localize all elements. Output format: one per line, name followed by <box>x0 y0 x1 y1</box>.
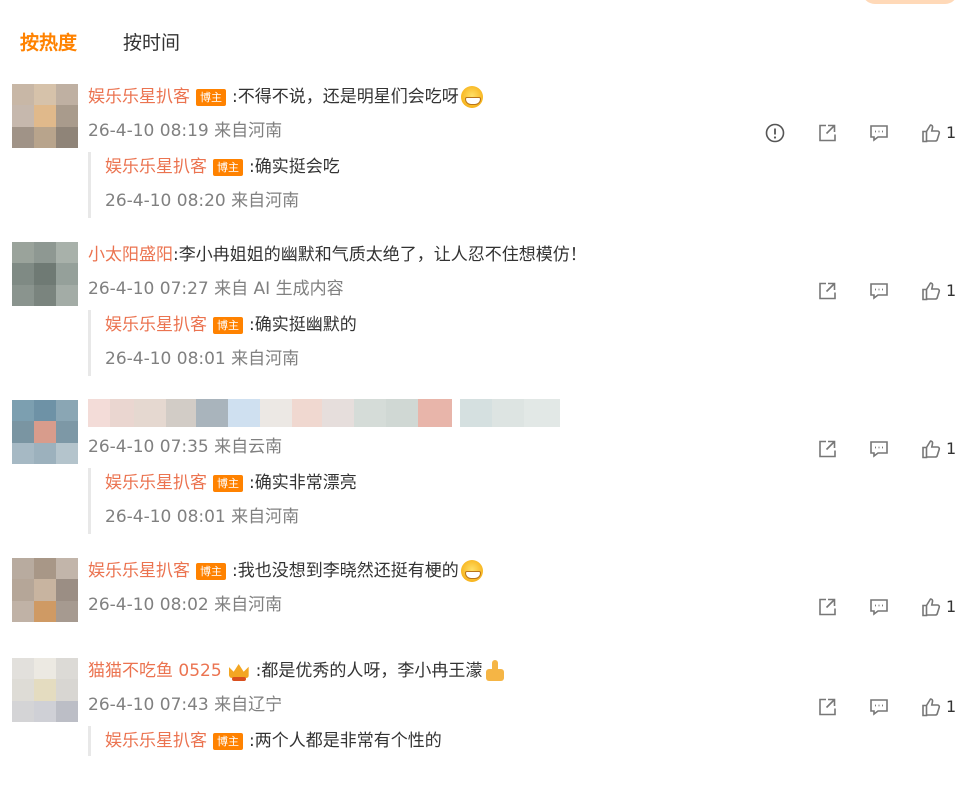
reply-item: 娱乐乐星扒客 博主 :两个人都是非常有个性的 <box>88 726 960 756</box>
top-action-button[interactable] <box>862 0 958 4</box>
reply-meta: 26-4-10 08:20 来自河南 <box>105 191 300 211</box>
like-count: 1 <box>946 281 957 300</box>
comment-actions: 1 <box>812 592 960 622</box>
reply-meta: 26-4-10 08:01 来自河南 <box>105 507 300 527</box>
reply-item: 娱乐乐星扒客 博主 :确实挺会吃 26-4-10 08:20 来自河南 <box>88 152 960 218</box>
like-icon[interactable] <box>916 118 946 148</box>
reply-item: 娱乐乐星扒客 博主 :确实挺幽默的 26-4-10 08:01 来自河南 <box>88 310 960 376</box>
reply-text: :两个人都是非常有个性的 <box>249 731 442 751</box>
comment-username[interactable]: 小太阳盛阳 <box>88 240 173 270</box>
author-badge: 博主 <box>196 88 226 106</box>
comment-username[interactable]: 娱乐乐星扒客 <box>88 556 190 586</box>
like-count: 1 <box>946 697 957 716</box>
author-badge: 博主 <box>213 316 243 334</box>
like-icon[interactable] <box>916 692 946 722</box>
comment-item: 猫猫不吃鱼 0525 :都是优秀的人呀，李小冉王濛 26-4-10 07:43 … <box>0 656 960 726</box>
share-icon[interactable] <box>812 118 842 148</box>
comment-text: :都是优秀的人呀，李小冉王濛 <box>255 661 483 681</box>
author-badge: 博主 <box>213 732 243 750</box>
comment-item: 娱乐乐星扒客 博主 :不得不说，还是明星们会吃呀 26-4-10 08:19 来… <box>0 82 960 152</box>
comment-actions: 1 <box>812 276 960 306</box>
sort-tabs: 按热度 按时间 <box>20 30 180 56</box>
like-count: 1 <box>946 123 957 142</box>
comment-username[interactable]: 娱乐乐星扒客 <box>88 82 190 112</box>
reply-item: 娱乐乐星扒客 博主 :确实非常漂亮 26-4-10 08:01 来自河南 <box>88 468 960 534</box>
comment-text: :李小冉姐姐的幽默和气质太绝了，让人忍不住想模仿！ <box>173 245 587 265</box>
comment-item: 26-4-10 07:35 来自云南 1 <box>0 398 960 468</box>
report-icon[interactable] <box>760 118 790 148</box>
sort-by-hot-tab[interactable]: 按热度 <box>20 30 77 56</box>
grin-emoji-icon <box>460 560 483 582</box>
comment-icon[interactable] <box>864 592 894 622</box>
comment-item: 娱乐乐星扒客 博主 :我也没想到李晓然还挺有梗的 26-4-10 08:02 来… <box>0 556 960 626</box>
avatar[interactable] <box>12 658 78 722</box>
comment-list: 娱乐乐星扒客 博主 :不得不说，还是明星们会吃呀 26-4-10 08:19 来… <box>0 82 960 756</box>
reply-username[interactable]: 娱乐乐星扒客 <box>105 310 207 340</box>
reply-username[interactable]: 娱乐乐星扒客 <box>105 726 207 756</box>
reply-text: :确实非常漂亮 <box>249 473 357 493</box>
comment-actions: 1 <box>812 434 960 464</box>
sort-by-time-tab[interactable]: 按时间 <box>123 30 180 56</box>
like-count: 1 <box>946 597 957 616</box>
reply-meta: 26-4-10 08:01 来自河南 <box>105 349 300 369</box>
avatar[interactable] <box>12 242 78 306</box>
reply-text: :确实挺幽默的 <box>249 315 357 335</box>
author-badge: 博主 <box>213 474 243 492</box>
like-icon[interactable] <box>916 592 946 622</box>
author-badge: 博主 <box>213 158 243 176</box>
avatar[interactable] <box>12 400 78 464</box>
like-count: 1 <box>946 439 957 458</box>
blurred-comment-content <box>88 398 960 428</box>
comment-text: :我也没想到李晓然还挺有梗的 <box>232 561 459 581</box>
comment-icon[interactable] <box>864 276 894 306</box>
comment-text: :不得不说，还是明星们会吃呀 <box>232 87 459 107</box>
like-icon[interactable] <box>916 276 946 306</box>
share-icon[interactable] <box>812 276 842 306</box>
crown-icon <box>226 660 252 682</box>
author-badge: 博主 <box>196 562 226 580</box>
thumbs-up-emoji-icon <box>484 660 506 682</box>
comment-icon[interactable] <box>864 434 894 464</box>
comment-username[interactable]: 猫猫不吃鱼 0525 <box>88 656 222 686</box>
share-icon[interactable] <box>812 592 842 622</box>
comment-icon[interactable] <box>864 118 894 148</box>
comment-icon[interactable] <box>864 692 894 722</box>
comment-actions: 1 <box>812 692 960 722</box>
reply-text: :确实挺会吃 <box>249 157 340 177</box>
share-icon[interactable] <box>812 692 842 722</box>
reply-username[interactable]: 娱乐乐星扒客 <box>105 468 207 498</box>
avatar[interactable] <box>12 558 78 622</box>
like-icon[interactable] <box>916 434 946 464</box>
reply-username[interactable]: 娱乐乐星扒客 <box>105 152 207 182</box>
comment-actions: 1 <box>760 118 960 148</box>
share-icon[interactable] <box>812 434 842 464</box>
grin-emoji-icon <box>460 86 483 108</box>
avatar[interactable] <box>12 84 78 148</box>
comment-item: 小太阳盛阳 :李小冉姐姐的幽默和气质太绝了，让人忍不住想模仿！ 26-4-10 … <box>0 240 960 310</box>
